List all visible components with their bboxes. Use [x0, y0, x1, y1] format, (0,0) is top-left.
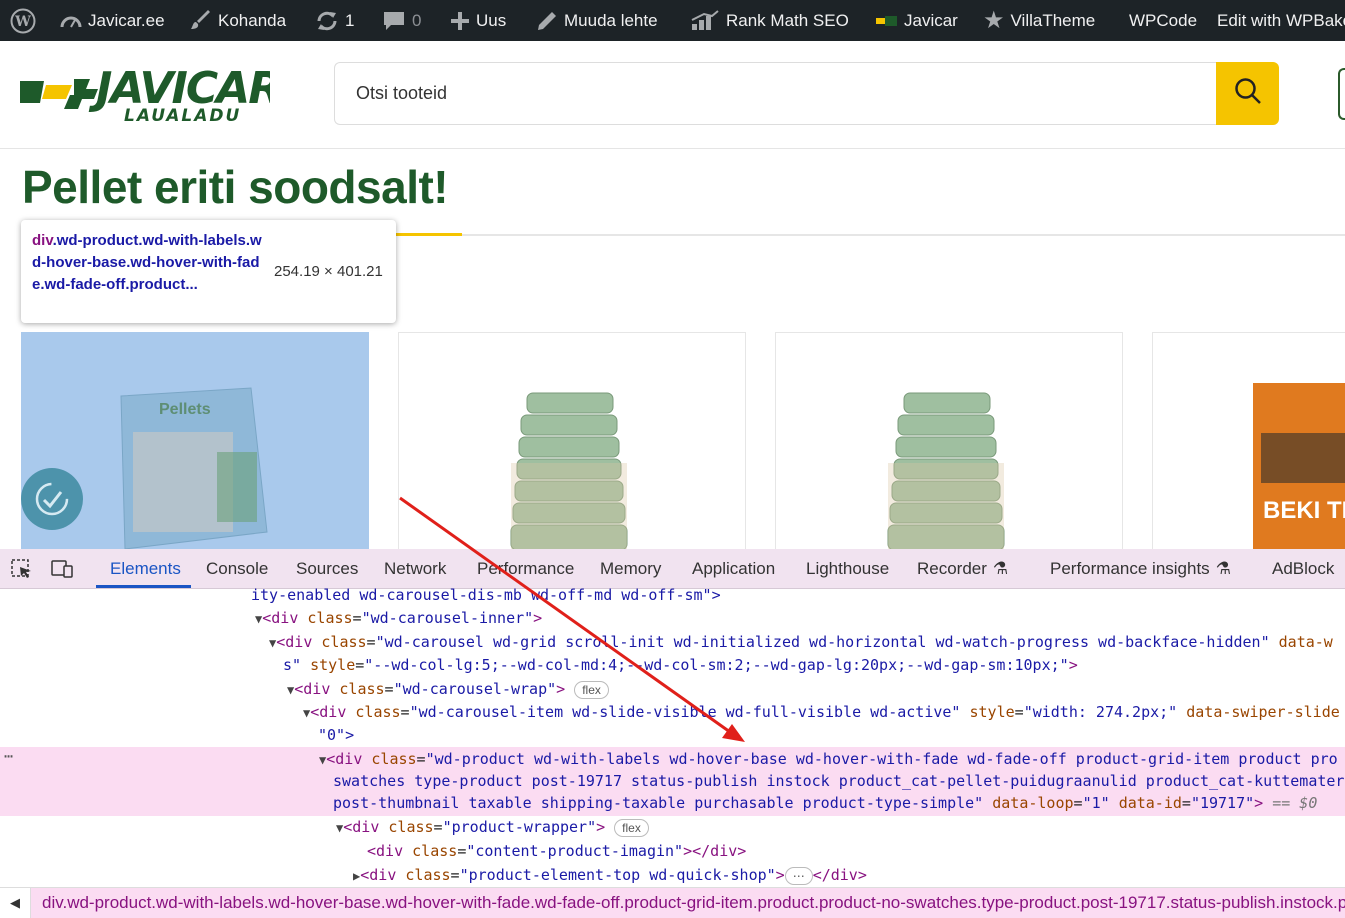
annotation-arrow: [399, 496, 745, 742]
